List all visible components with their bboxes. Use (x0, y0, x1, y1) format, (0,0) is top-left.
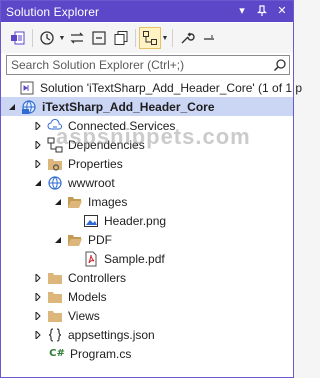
csharp-file-icon: C# (49, 346, 65, 362)
sync-with-active-document-button[interactable] (66, 27, 88, 49)
collapsed-arrow-icon[interactable] (33, 292, 43, 302)
expanded-arrow-icon[interactable] (53, 197, 63, 207)
search-icon[interactable] (271, 56, 289, 74)
toolbar-separator (172, 29, 173, 47)
tree-item-label: Views (68, 308, 100, 323)
tree-item-label: Program.cs (70, 346, 132, 361)
tree-item-wwwroot[interactable]: wwwroot (1, 173, 293, 192)
tree-item-header-png[interactable]: Header.png (1, 211, 293, 230)
tree-item-properties[interactable]: Properties (1, 154, 293, 173)
solution-tree: Solution 'iTextSharp_Add_Header_Core' (1… (1, 78, 302, 378)
toolbar-separator (32, 29, 33, 47)
tree-item-label: PDF (88, 232, 112, 247)
tree-item-pdf-folder[interactable]: PDF (1, 230, 293, 249)
image-file-icon (83, 213, 99, 229)
collapsed-arrow-icon[interactable] (33, 140, 43, 150)
collapsed-arrow-icon[interactable] (33, 159, 43, 169)
show-all-files-button[interactable] (110, 27, 132, 49)
folder-open-icon (67, 232, 83, 248)
tree-item-label: Solution 'iTextSharp_Add_Header_Core' (1… (40, 80, 303, 95)
tree-item-label: Models (68, 289, 107, 304)
folder-icon (47, 308, 63, 324)
tree-item-label: Header.png (104, 213, 167, 228)
csharp-badge: C# (49, 348, 65, 359)
tree-item-appsettings[interactable]: appsettings.json (1, 325, 293, 344)
title-bar: Solution Explorer ▾ ✕ (1, 1, 293, 22)
json-file-icon (47, 327, 63, 343)
pdf-file-icon (83, 251, 99, 267)
preview-selected-items-button[interactable] (139, 27, 161, 49)
collapsed-arrow-icon[interactable] (33, 273, 43, 283)
folder-open-icon (67, 194, 83, 210)
close-icon[interactable]: ✕ (275, 4, 289, 18)
switch-views-button[interactable] (7, 27, 29, 49)
tree-item-label: wwwroot (68, 175, 115, 190)
pending-changes-filter-button[interactable] (36, 27, 58, 49)
tree-item-label: Dependencies (68, 137, 145, 152)
tree-item-label: Properties (68, 156, 123, 171)
chevron-down-icon[interactable]: ▼ (58, 27, 66, 49)
window-title: Solution Explorer (6, 4, 100, 19)
tree-item-label: Sample.pdf (104, 251, 165, 266)
toolbar-overflow-icon[interactable] (198, 27, 220, 49)
collapsed-arrow-icon[interactable] (33, 330, 43, 340)
toolbar-separator (135, 29, 136, 47)
tree-item-images-folder[interactable]: Images (1, 192, 293, 211)
tree-item-program-cs[interactable]: C# Program.cs (1, 344, 293, 363)
search-input[interactable] (7, 56, 271, 74)
collapsed-arrow-icon[interactable] (33, 121, 43, 131)
globe-icon (47, 175, 63, 191)
properties-folder-icon (47, 156, 63, 172)
folder-icon (47, 289, 63, 305)
pin-icon[interactable] (255, 4, 269, 18)
tree-item-label: Images (88, 194, 128, 209)
tree-item-sample-pdf[interactable]: Sample.pdf (1, 249, 293, 268)
expanded-arrow-icon[interactable] (7, 102, 17, 112)
chevron-down-icon[interactable]: ▼ (161, 27, 169, 49)
tree-item-project[interactable]: iTextSharp_Add_Header_Core (1, 97, 293, 116)
tree-item-label: Connected Services (68, 118, 176, 133)
tree-item-label: Controllers (68, 270, 127, 285)
expanded-arrow-icon[interactable] (53, 235, 63, 245)
tree-item-dependencies[interactable]: Dependencies (1, 135, 293, 154)
dependencies-icon (47, 137, 63, 153)
connected-services-icon (47, 118, 63, 134)
tree-item-views-folder[interactable]: Views (1, 306, 293, 325)
collapsed-arrow-icon[interactable] (33, 311, 43, 321)
tree-item-connected-services[interactable]: Connected Services (1, 116, 293, 135)
properties-wrench-icon[interactable] (176, 27, 198, 49)
web-project-icon (21, 99, 37, 115)
window-options-icon[interactable]: ▾ (235, 4, 249, 18)
tree-item-models-folder[interactable]: Models (1, 287, 293, 306)
tree-item-label: iTextSharp_Add_Header_Core (42, 99, 215, 114)
tree-item-label: appsettings.json (68, 327, 155, 342)
collapse-all-button[interactable] (88, 27, 110, 49)
solution-explorer-window: Solution Explorer ▾ ✕ ▼ ▼ Search Solutio… (0, 0, 302, 378)
folder-icon (47, 270, 63, 286)
toolbar: ▼ ▼ (1, 23, 293, 53)
search-box[interactable] (6, 55, 290, 75)
tree-item-controllers-folder[interactable]: Controllers (1, 268, 293, 287)
tree-item-solution[interactable]: Solution 'iTextSharp_Add_Header_Core' (1… (1, 78, 302, 97)
solution-icon (19, 80, 35, 96)
expanded-arrow-icon[interactable] (33, 178, 43, 188)
